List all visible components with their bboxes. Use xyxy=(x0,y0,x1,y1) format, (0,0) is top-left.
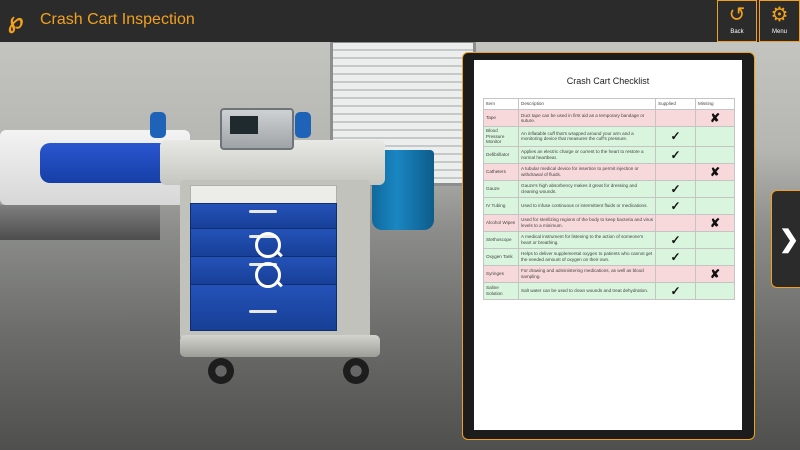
cart-wheel xyxy=(208,358,234,384)
checkmark-icon: ✓ xyxy=(670,232,681,247)
top-bar: ℘ Crash Cart Inspection ↺ Back ⚙ Menu xyxy=(0,0,800,42)
defib-paddle-left xyxy=(150,112,166,138)
cell-description: Used for sterilizing regions of the body… xyxy=(518,213,656,232)
cell-missing: ✘ xyxy=(695,213,735,232)
table-row: Catheters A tubular medical device for in… xyxy=(483,162,735,181)
column-header-missing: Missing xyxy=(695,98,735,110)
cell-supplied xyxy=(655,109,696,127)
monitor-screen xyxy=(230,116,258,134)
undo-arrow-icon: ↺ xyxy=(728,4,746,26)
cell-item: Defibrillator xyxy=(483,145,519,164)
crash-cart-base xyxy=(180,335,380,357)
cell-item: Tape xyxy=(483,109,519,127)
checkmark-icon: ✓ xyxy=(670,181,681,196)
cell-supplied: ✓ xyxy=(655,145,696,164)
cell-supplied: ✓ xyxy=(655,179,696,198)
cell-item: Gauze xyxy=(483,179,519,198)
cell-missing: ✘ xyxy=(695,264,735,283)
cart-drawer-4[interactable] xyxy=(190,284,337,331)
table-header-row: Item Description Supplied Missing xyxy=(483,98,735,110)
cell-missing xyxy=(695,196,735,215)
cross-mark-icon: ✘ xyxy=(709,164,721,179)
column-header-supplied: Supplied xyxy=(655,98,696,110)
cell-supplied: ✓ xyxy=(655,247,696,266)
cell-missing xyxy=(695,281,735,300)
cell-description: Duct tape can be used in first aid as a … xyxy=(518,109,656,127)
cell-item: Oxygen Tank xyxy=(483,247,519,266)
table-row: IV Tubing Used to infuse continuous or in… xyxy=(483,196,735,215)
cross-mark-icon: ✘ xyxy=(709,266,721,281)
brand-logo-icon: ℘ xyxy=(8,8,24,33)
table-row: Gauze Gauze's high absorbency makes it gr… xyxy=(483,179,735,198)
checkmark-icon: ✓ xyxy=(670,198,681,213)
cell-description: For drawing and administering medication… xyxy=(518,264,656,283)
column-header-description: Description xyxy=(518,98,656,110)
cross-mark-icon: ✘ xyxy=(709,215,721,230)
cell-item: Syringes xyxy=(483,264,519,283)
checkmark-icon: ✓ xyxy=(670,283,681,298)
chevron-right-icon: ❯ xyxy=(779,226,800,253)
cart-top-drawer[interactable] xyxy=(190,185,337,205)
cell-description: An inflatable cuff that's wrapped around… xyxy=(518,126,656,147)
cell-item: Alcohol Wipes xyxy=(483,213,519,232)
cell-missing xyxy=(695,230,735,249)
inspect-icon[interactable] xyxy=(255,232,281,258)
cell-supplied: ✓ xyxy=(655,281,696,300)
cell-supplied: ✓ xyxy=(655,196,696,215)
cell-supplied xyxy=(655,264,696,283)
table-row: Saline Solution Salt water can be used to… xyxy=(483,281,735,300)
defib-paddle-right xyxy=(295,112,311,138)
gear-icon: ⚙ xyxy=(770,4,789,26)
cell-missing: ✘ xyxy=(695,109,735,127)
cell-missing xyxy=(695,145,735,164)
cell-supplied xyxy=(655,213,696,232)
cell-supplied xyxy=(655,162,696,181)
table-row: Blood Pressure Monitor An inflatable cuff… xyxy=(483,126,735,147)
cell-description: Helps to deliver supplemental oxygen to … xyxy=(518,247,656,266)
cell-item: Stethoscope xyxy=(483,230,519,249)
cross-mark-icon: ✘ xyxy=(709,111,721,125)
checklist-sheet: Crash Cart Checklist Item Description Su… xyxy=(474,60,742,430)
cell-supplied: ✓ xyxy=(655,230,696,249)
menu-button[interactable]: ⚙ Menu xyxy=(759,0,800,42)
cell-description: Used to infuse continuous or intermitten… xyxy=(518,196,656,215)
back-button[interactable]: ↺ Back xyxy=(717,0,757,42)
cell-missing: ✘ xyxy=(695,162,735,181)
cart-wheel xyxy=(343,358,369,384)
cell-description: A medical instrument for listening to th… xyxy=(518,230,656,249)
cell-item: Saline Solution xyxy=(483,281,519,300)
checklist-title: Crash Cart Checklist xyxy=(566,76,650,86)
checkmark-icon: ✓ xyxy=(670,129,681,144)
table-row: Syringes For drawing and administering me… xyxy=(483,264,735,283)
cell-missing xyxy=(695,126,735,147)
cell-description: Applies an electric charge or current to… xyxy=(518,145,656,164)
checkmark-icon: ✓ xyxy=(670,147,681,162)
cell-description: Salt water can be used to clean wounds a… xyxy=(518,281,656,300)
table-row: Stethoscope A medical instrument for list… xyxy=(483,230,735,249)
table-row: Alcohol Wipes Used for sterilizing region… xyxy=(483,213,735,232)
cell-description: Gauze's high absorbency makes it great f… xyxy=(518,179,656,198)
cell-missing xyxy=(695,179,735,198)
cell-item: Catheters xyxy=(483,162,519,181)
next-button[interactable]: ❯ xyxy=(771,190,800,288)
inspect-icon[interactable] xyxy=(255,262,281,288)
table-row: Tape Duct tape can be used in first aid a… xyxy=(483,109,735,127)
cart-drawer-1[interactable] xyxy=(190,203,337,230)
cell-item: Blood Pressure Monitor xyxy=(483,126,519,147)
cell-item: IV Tubing xyxy=(483,196,519,215)
checkmark-icon: ✓ xyxy=(670,249,681,264)
cell-missing xyxy=(695,247,735,266)
cell-supplied: ✓ xyxy=(655,126,696,147)
cell-description: A tubular medical device for insertion t… xyxy=(518,162,656,181)
back-label: Back xyxy=(730,29,744,35)
table-row: Defibrillator Applies an electric charge … xyxy=(483,145,735,164)
menu-label: Menu xyxy=(771,29,787,35)
column-header-item: Item xyxy=(483,98,519,110)
table-row: Oxygen Tank Helps to deliver supplemental… xyxy=(483,247,735,266)
bed-base xyxy=(0,205,160,240)
checklist-table: Item Description Supplied Missing Tape Du… xyxy=(483,98,735,300)
page-title: Crash Cart Inspection xyxy=(40,11,195,28)
